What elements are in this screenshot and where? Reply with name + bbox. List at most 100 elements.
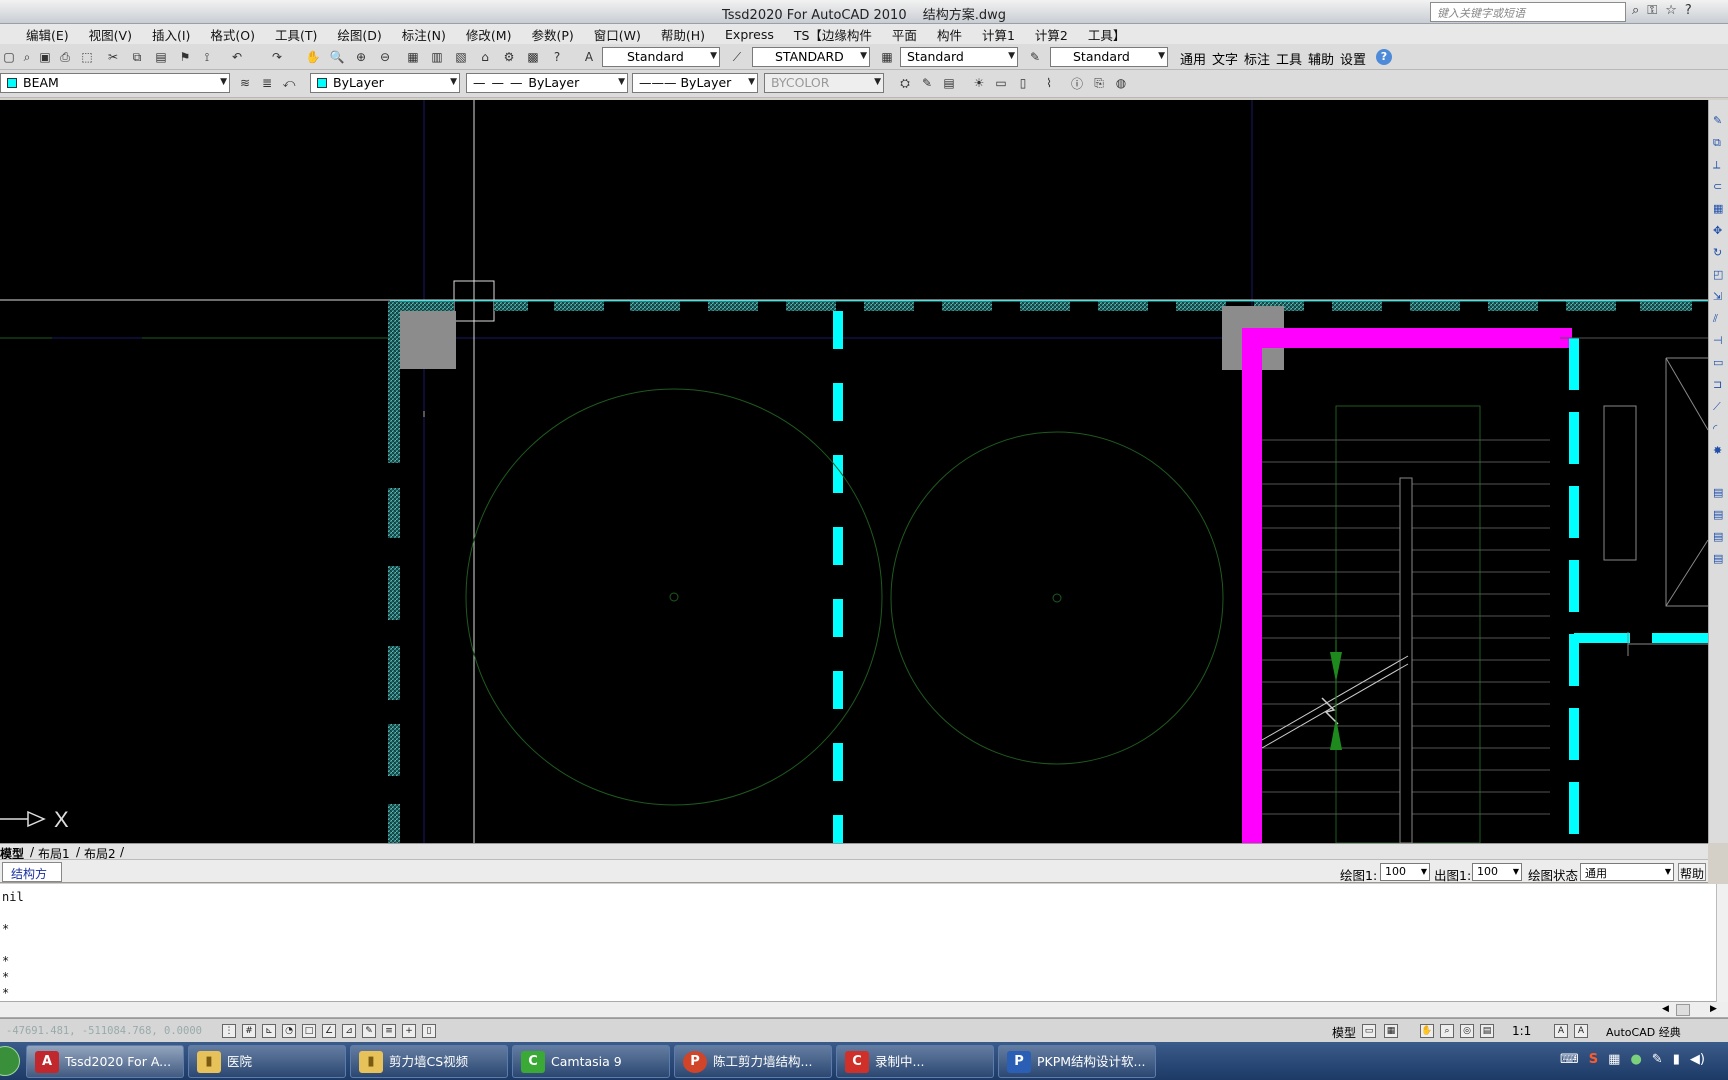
task-pkpm[interactable]: P PKPM结构设计软... [998,1045,1156,1078]
menu-express[interactable]: Express [715,27,784,42]
menu-format[interactable]: 格式(O) [200,25,265,44]
quick-view-icon[interactable]: ▦ [1384,1024,1398,1038]
menu-modify[interactable]: 修改(M) [456,25,522,44]
drawing-canvas[interactable]: X [0,100,1708,843]
auto-scale-icon[interactable]: A [1574,1024,1588,1038]
task-recording[interactable]: C 录制中... [836,1045,994,1078]
layer-tool-icon[interactable]: ▤ [1713,486,1727,500]
redo-icon[interactable]: ↷ [268,48,286,66]
fillet-icon[interactable]: ◜ [1713,422,1727,436]
grid-icon[interactable]: # [242,1024,256,1038]
draw-state-select[interactable]: 通用 ▼ [1580,863,1674,881]
copy-object-icon[interactable]: ⧉ [1713,136,1727,150]
dim-style-select[interactable]: STANDARD ▼ [752,47,870,67]
search-input[interactable]: 键入关键字或短语 [1430,2,1626,22]
tool-palettes-icon[interactable]: ▧ [452,48,470,66]
edit-icon[interactable]: ✎ [918,74,936,92]
menu-help[interactable]: 帮助(H) [651,25,715,44]
zoom-previous-icon[interactable]: ⊖ [376,48,394,66]
annotation-scale[interactable]: 1:1 [1512,1024,1531,1038]
menu-view[interactable]: 视图(V) [79,25,142,44]
chart-icon[interactable]: ⌇ [1040,74,1058,92]
menu-calc2[interactable]: 计算2 [1025,25,1078,44]
open-icon[interactable]: ⌕ [18,48,36,66]
copy-icon[interactable]: ⧉ [128,48,146,66]
break-icon[interactable]: ▭ [1713,356,1727,370]
offset-icon[interactable]: ⊂ [1713,180,1727,194]
tab-tools[interactable]: 工具 [1276,48,1302,68]
table-icon[interactable]: ▤ [940,74,958,92]
help-circle-icon[interactable]: ? [1376,49,1392,65]
task-camtasia[interactable]: C Camtasia 9 [512,1045,670,1078]
globe-icon[interactable]: ◍ [1112,74,1130,92]
layer-previous-icon[interactable]: ⤺ [280,74,298,92]
paste-icon[interactable]: ▤ [152,48,170,66]
menu-dimension[interactable]: 标注(N) [392,25,456,44]
scroll-thumb[interactable] [1676,1004,1690,1016]
trim-icon[interactable]: ⫽ [1713,312,1727,326]
dim-style-icon[interactable]: ⟋ [728,48,746,66]
command-horizontal-scrollbar[interactable]: ◀ ▶ [0,1002,1728,1018]
text-style-icon[interactable]: A [580,48,598,66]
pan-icon[interactable]: ✋ [304,48,322,66]
scale-icon[interactable]: ◰ [1713,268,1727,282]
menu-edit[interactable]: 编辑(E) [16,25,79,44]
qp-icon[interactable]: + [402,1024,416,1038]
binoculars-icon[interactable]: ⌕ [1632,3,1639,18]
zoom-window-icon[interactable]: ⊕ [352,48,370,66]
info-icon[interactable]: ⓘ [1068,74,1086,92]
linetype-select[interactable]: — — — ByLayer ▼ [466,73,628,93]
markup-icon[interactable]: ⚙ [500,48,518,66]
menu-draw[interactable]: 绘图(D) [327,25,391,44]
layout-icon[interactable]: ▭ [1362,1024,1376,1038]
extend-icon[interactable]: ⊣ [1713,334,1727,348]
model-space-label[interactable]: 模型 [1332,1024,1356,1041]
polar-icon[interactable]: ◔ [282,1024,296,1038]
publish-icon[interactable]: ⬚ [78,48,96,66]
dyn-icon[interactable]: ✎ [362,1024,376,1038]
multileader-style-select[interactable]: Standard ▼ [1050,47,1168,67]
pan-status-icon[interactable]: ✋ [1420,1024,1434,1038]
tab-settings[interactable]: 设置 [1340,48,1366,68]
tab-text[interactable]: 文字 [1212,48,1238,68]
calculator-icon[interactable]: ▩ [524,48,542,66]
key-icon[interactable]: ⚿ [1647,3,1657,18]
panel-icon[interactable]: ▯ [1014,74,1032,92]
zoom-realtime-icon[interactable]: 🔍 [328,48,346,66]
block-editor-icon[interactable]: ⟟ [198,48,216,66]
color-select[interactable]: ByLayer ▼ [310,73,460,93]
match-properties-icon[interactable]: ⚑ [176,48,194,66]
menu-calc1[interactable]: 计算1 [972,25,1025,44]
scroll-left-icon[interactable]: ◀ [1662,1004,1669,1014]
ducs-icon[interactable]: ⊿ [342,1024,356,1038]
rotate-icon[interactable]: ↻ [1713,246,1727,260]
render-icon[interactable]: ⛭ [896,74,914,92]
zoom-status-icon[interactable]: ⌕ [1440,1024,1454,1038]
layer-select[interactable]: BEAM ▼ [0,73,230,93]
table-style-icon[interactable]: ▦ [878,48,896,66]
properties-icon[interactable]: ▦ [404,48,422,66]
sogou-icon[interactable]: S [1589,1052,1598,1067]
menu-parametric[interactable]: 参数(P) [521,25,583,44]
move-icon[interactable]: ✥ [1713,224,1727,238]
layer-tool-icon[interactable]: ▤ [1713,552,1727,566]
layer-tool-icon[interactable]: ▤ [1713,508,1727,522]
tab-dimension[interactable]: 标注 [1244,48,1270,68]
text-style-select[interactable]: Standard ▼ [602,47,720,67]
pdf-icon[interactable]: ⎘ [1090,74,1108,92]
menu-member[interactable]: 构件 [927,25,972,44]
lineweight-toggle-icon[interactable]: ≡ [382,1024,396,1038]
keyboard-icon[interactable]: ⌨ [1560,1052,1579,1067]
help-question-icon[interactable]: ? [548,48,566,66]
menu-ts-edge[interactable]: TS【边缘构件 [784,25,882,44]
menu-tools[interactable]: 工具(T) [265,25,327,44]
draw-scale-select[interactable]: 100 ▼ [1380,863,1430,881]
tab-auxiliary[interactable]: 辅助 [1308,48,1334,68]
menu-plan[interactable]: 平面 [882,25,927,44]
volume-icon[interactable]: ◀) [1690,1052,1705,1067]
multileader-style-icon[interactable]: ✎ [1026,48,1044,66]
table-style-select[interactable]: Standard ▼ [900,47,1018,67]
start-button[interactable] [0,1046,20,1076]
menu-insert[interactable]: 插入(I) [142,25,200,44]
power-icon[interactable]: ▮ [1673,1052,1680,1067]
